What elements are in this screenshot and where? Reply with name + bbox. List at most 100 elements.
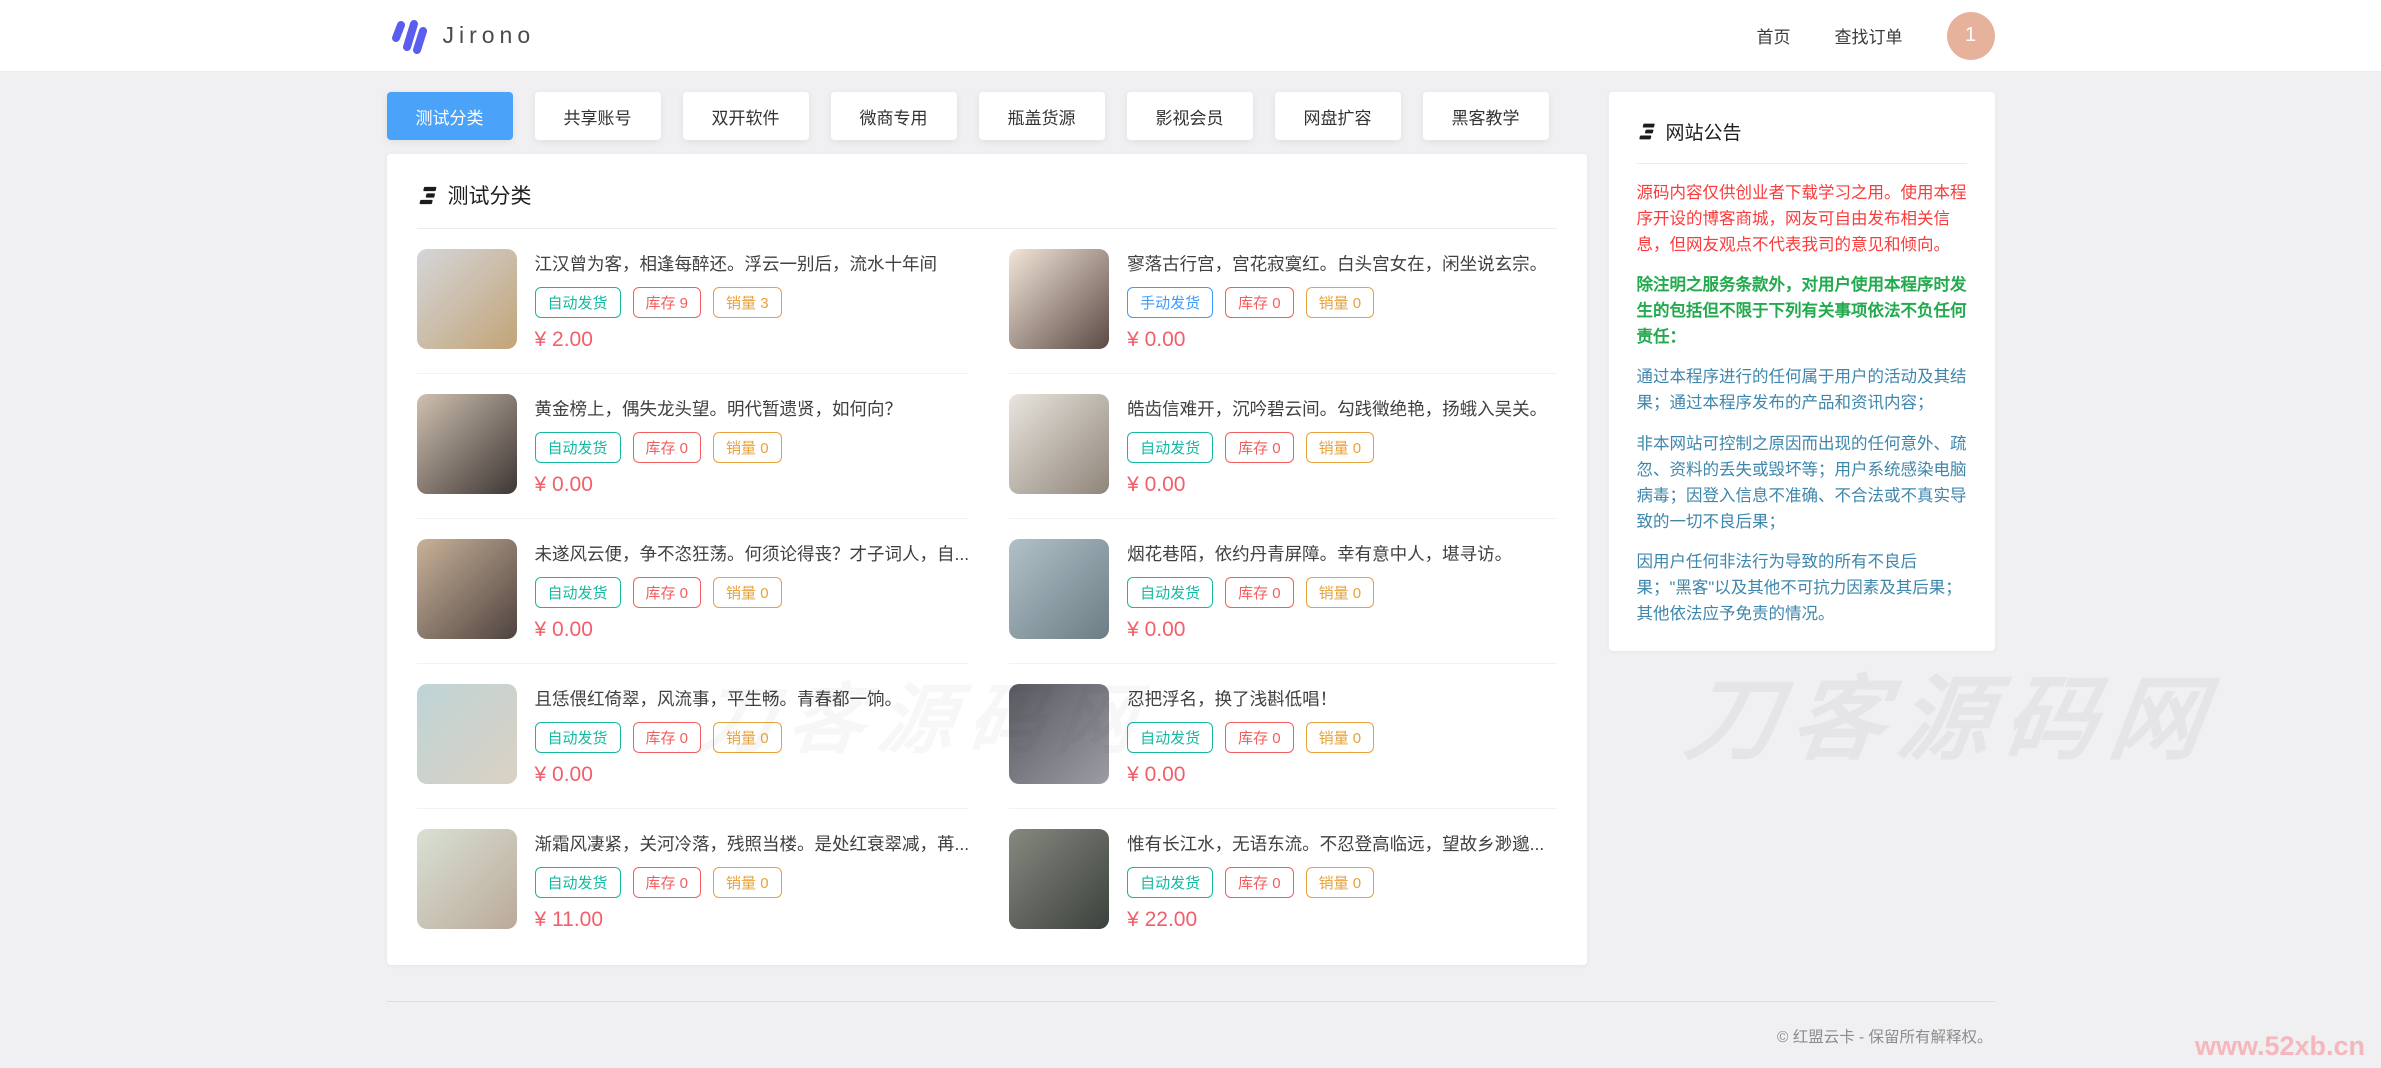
category-tab[interactable]: 瓶盖货源 [979, 92, 1105, 140]
product-card[interactable]: 江汉曾为客，相逢每醉还。浮云一别后，流水十年间 自动发货 库存 9 销量 3 ¥… [417, 229, 970, 374]
product-panel: 测试分类 江汉曾为客，相逢每醉还。浮云一别后，流水十年间 自动发货 库存 9 销… [387, 154, 1587, 965]
notice-paragraph: 除注明之服务条款外，对用户使用本程序时发生的包括但不限于下列有关事项依法不负任何… [1637, 272, 1967, 350]
delivery-badge: 自动发货 [535, 867, 621, 898]
product-price: ¥ 0.00 [535, 763, 903, 787]
product-card[interactable]: 黄金榜上，偶失龙头望。明代暂遗贤，如何向？ 自动发货 库存 0 销量 0 ¥ 0… [417, 374, 970, 519]
product-thumbnail [417, 249, 517, 349]
brand-logo-icon [387, 17, 429, 55]
sales-badge: 销量 0 [713, 577, 782, 608]
sales-badge: 销量 0 [713, 867, 782, 898]
sales-badge: 销量 3 [713, 287, 782, 318]
sales-badge: 销量 0 [1306, 867, 1375, 898]
notice-panel: 网站公告 源码内容仅供创业者下载学习之用。使用本程序开设的博客商城，网友可自由发… [1609, 92, 1995, 651]
product-title: 未遂风云便，争不恣狂荡。何须论得丧？才子词人，自... [535, 541, 970, 566]
watermark-corner: www.52xb.cn [2195, 1031, 2365, 1062]
product-card[interactable]: 烟花巷陌，依约丹青屏障。幸有意中人，堪寻访。 自动发货 库存 0 销量 0 ¥ … [1009, 519, 1556, 664]
product-title: 江汉曾为客，相逢每醉还。浮云一别后，流水十年间 [535, 251, 938, 276]
nav-link-find-order[interactable]: 查找订单 [1835, 23, 1903, 48]
stock-badge: 库存 0 [1225, 432, 1294, 463]
brand-name: Jirono [443, 22, 536, 49]
category-tab[interactable]: 共享账号 [535, 92, 661, 140]
product-title: 且恁偎红倚翠，风流事，平生畅。青春都一饷。 [535, 686, 903, 711]
product-thumbnail [1009, 539, 1109, 639]
sales-badge: 销量 0 [713, 722, 782, 753]
section-title: 测试分类 [448, 180, 532, 210]
sales-badge: 销量 0 [1306, 577, 1375, 608]
user-avatar[interactable]: 1 [1947, 12, 1995, 60]
notice-paragraph: 非本网站可控制之原因而出现的任何意外、疏忽、资料的丢失或毁坏等；用户系统感染电脑… [1637, 431, 1967, 535]
stock-badge: 库存 0 [1225, 577, 1294, 608]
product-title: 皓齿信难开，沉吟碧云间。勾践徵绝艳，扬蛾入吴关。 [1127, 396, 1547, 421]
stock-badge: 库存 0 [633, 432, 702, 463]
product-thumbnail [417, 829, 517, 929]
notice-list-icon [1637, 121, 1658, 142]
category-tab[interactable]: 黑客教学 [1423, 92, 1549, 140]
product-card[interactable]: 未遂风云便，争不恣狂荡。何须论得丧？才子词人，自... 自动发货 库存 0 销量… [417, 519, 970, 664]
product-price: ¥ 2.00 [535, 328, 938, 352]
delivery-badge: 自动发货 [535, 432, 621, 463]
product-price: ¥ 0.00 [1127, 473, 1547, 497]
category-tabs: 测试分类共享账号双开软件微商专用瓶盖货源影视会员网盘扩容黑客教学 [387, 92, 1587, 140]
delivery-badge: 自动发货 [1127, 867, 1213, 898]
top-nav: 首页 查找订单 1 [1757, 12, 1995, 60]
delivery-badge: 自动发货 [535, 722, 621, 753]
product-card[interactable]: 且恁偎红倚翠，风流事，平生畅。青春都一饷。 自动发货 库存 0 销量 0 ¥ 0… [417, 664, 970, 809]
stock-badge: 库存 0 [1225, 722, 1294, 753]
stock-badge: 库存 0 [633, 867, 702, 898]
product-card[interactable]: 忍把浮名，换了浅斟低唱！ 自动发货 库存 0 销量 0 ¥ 0.00 [1009, 664, 1556, 809]
site-header: Jirono 首页 查找订单 1 [0, 0, 2381, 72]
product-grid: 江汉曾为客，相逢每醉还。浮云一别后，流水十年间 自动发货 库存 9 销量 3 ¥… [417, 229, 1557, 953]
product-price: ¥ 0.00 [535, 473, 903, 497]
product-price: ¥ 0.00 [535, 618, 970, 642]
category-tab[interactable]: 测试分类 [387, 92, 513, 140]
product-price: ¥ 11.00 [535, 908, 970, 932]
category-tab[interactable]: 网盘扩容 [1275, 92, 1401, 140]
product-title: 黄金榜上，偶失龙头望。明代暂遗贤，如何向？ [535, 396, 903, 421]
product-title: 渐霜风凄紧，关河冷落，残照当楼。是处红衰翠减，苒... [535, 831, 970, 856]
delivery-badge: 自动发货 [1127, 432, 1213, 463]
product-title: 寥落古行宫，宫花寂寞红。白头宫女在，闲坐说玄宗。 [1127, 251, 1547, 276]
product-thumbnail [417, 684, 517, 784]
delivery-badge: 自动发货 [535, 287, 621, 318]
product-title: 忍把浮名，换了浅斟低唱！ [1127, 686, 1374, 711]
delivery-badge: 自动发货 [535, 577, 621, 608]
stock-badge: 库存 0 [1225, 287, 1294, 318]
product-thumbnail [1009, 684, 1109, 784]
sales-badge: 销量 0 [713, 432, 782, 463]
brand-logo[interactable]: Jirono [387, 17, 536, 55]
notice-paragraph: 因用户任何非法行为导致的所有不良后果；"黑客"以及其他不可抗力因素及其后果；其他… [1637, 549, 1967, 627]
product-thumbnail [417, 394, 517, 494]
product-card[interactable]: 皓齿信难开，沉吟碧云间。勾践徵绝艳，扬蛾入吴关。 自动发货 库存 0 销量 0 … [1009, 374, 1556, 519]
product-price: ¥ 0.00 [1127, 763, 1374, 787]
stock-badge: 库存 0 [633, 722, 702, 753]
section-list-icon [417, 184, 440, 207]
product-card[interactable]: 渐霜风凄紧，关河冷落，残照当楼。是处红衰翠减，苒... 自动发货 库存 0 销量… [417, 809, 970, 953]
notice-paragraph: 源码内容仅供创业者下载学习之用。使用本程序开设的博客商城，网友可自由发布相关信息… [1637, 180, 1967, 258]
sales-badge: 销量 0 [1306, 287, 1375, 318]
stock-badge: 库存 9 [633, 287, 702, 318]
notice-paragraph: 通过本程序进行的任何属于用户的活动及其结果；通过本程序发布的产品和资讯内容； [1637, 364, 1967, 416]
product-price: ¥ 22.00 [1127, 908, 1544, 932]
product-price: ¥ 0.00 [1127, 618, 1512, 642]
sales-badge: 销量 0 [1306, 432, 1375, 463]
nav-link-home[interactable]: 首页 [1757, 23, 1791, 48]
site-footer: © 红盟云卡 - 保留所有解释权。 [387, 1001, 1995, 1047]
stock-badge: 库存 0 [633, 577, 702, 608]
product-price: ¥ 0.00 [1127, 328, 1547, 352]
product-card[interactable]: 惟有长江水，无语东流。不忍登高临远，望故乡渺邈... 自动发货 库存 0 销量 … [1009, 809, 1556, 953]
product-thumbnail [417, 539, 517, 639]
category-tab[interactable]: 双开软件 [683, 92, 809, 140]
stock-badge: 库存 0 [1225, 867, 1294, 898]
category-tab[interactable]: 微商专用 [831, 92, 957, 140]
product-title: 烟花巷陌，依约丹青屏障。幸有意中人，堪寻访。 [1127, 541, 1512, 566]
delivery-badge: 手动发货 [1127, 287, 1213, 318]
delivery-badge: 自动发货 [1127, 722, 1213, 753]
product-thumbnail [1009, 394, 1109, 494]
notice-title: 网站公告 [1666, 118, 1742, 145]
product-thumbnail [1009, 829, 1109, 929]
product-title: 惟有长江水，无语东流。不忍登高临远，望故乡渺邈... [1127, 831, 1544, 856]
delivery-badge: 自动发货 [1127, 577, 1213, 608]
product-card[interactable]: 寥落古行宫，宫花寂寞红。白头宫女在，闲坐说玄宗。 手动发货 库存 0 销量 0 … [1009, 229, 1556, 374]
category-tab[interactable]: 影视会员 [1127, 92, 1253, 140]
product-thumbnail [1009, 249, 1109, 349]
